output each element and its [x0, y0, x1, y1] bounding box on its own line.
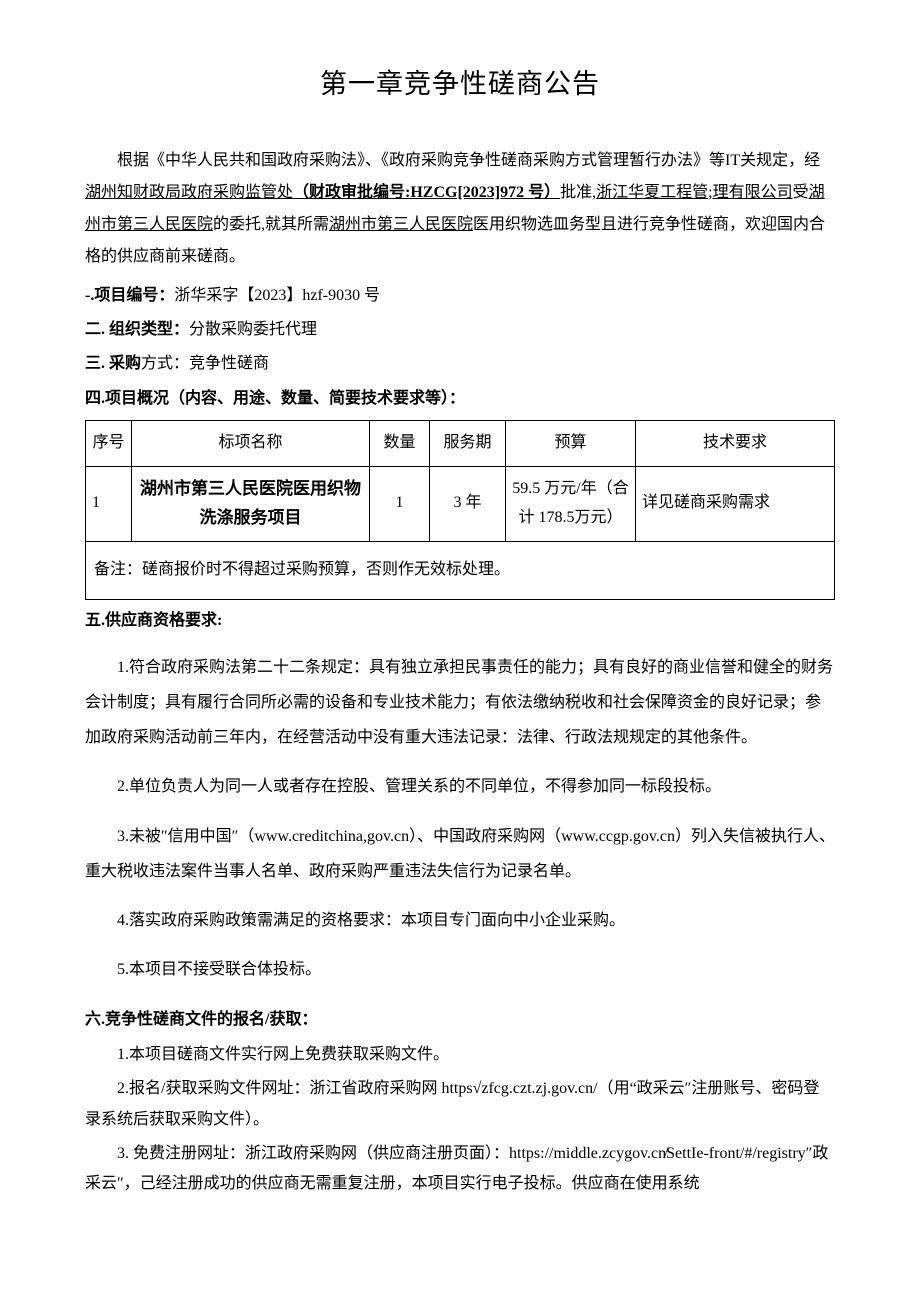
section-6-item-3: 3. 免费注册网址：浙江政府采购网（供应商注册页面）：https://middl… [85, 1139, 835, 1200]
chapter-title: 第一章竞争性磋商公告 [85, 60, 835, 109]
section-5-item-3: 3.未被″信用中国″（www.creditchina,gov.cn）、中国政府采… [85, 819, 835, 889]
intro-approval-number: （财政审批编号:HZCG[2023]972 号） [293, 184, 560, 201]
section-4-label: 四.项目概况（内容、用途、数量、简要技术要求等）： [85, 390, 465, 407]
intro-underline-1: 湖州知财政局政府采购监管处 [85, 184, 293, 201]
section-6-item-1: 1.本项目磋商文件实行网上免费获取采购文件。 [85, 1040, 835, 1070]
td-seq: 1 [86, 466, 132, 541]
td-period: 3 年 [430, 466, 506, 541]
section-2: 二. 组织类型：分散采购委托代理 [85, 315, 835, 345]
section-3-label: 三. 采购 [85, 355, 141, 372]
td-name: 湖州市第三人民医院医用织物洗涤服务项目 [132, 466, 370, 541]
section-2-label: 二. 组织类型： [85, 321, 189, 338]
intro-text-3: 受 [793, 184, 809, 201]
section-1-value: 浙华采字【2023】hzf-9030 号 [174, 287, 380, 304]
th-budget: 预算 [506, 421, 636, 467]
intro-text-2: 批准, [560, 184, 596, 201]
th-tech: 技术要求 [636, 421, 835, 467]
td-note: 备注：磋商报价时不得超过采购预算，否则作无效标处理。 [86, 541, 835, 599]
th-period: 服务期 [430, 421, 506, 467]
section-5-item-1: 1.符合政府采购法第二十二条规定：具有独立承担民事责任的能力；具有良好的商业信誉… [85, 650, 835, 756]
intro-paragraph: 根据《中华人民共和国政府采购法》、《政府采购竞争性磋商采购方式管理暂行办法》等I… [85, 145, 835, 273]
th-name: 标项名称 [132, 421, 370, 467]
section-2-value: 分散采购委托代理 [189, 321, 317, 338]
table-row: 1 湖州市第三人民医院医用织物洗涤服务项目 1 3 年 59.5 万元/年（合计… [86, 466, 835, 541]
intro-underline-4: 湖州市第三人民医院 [329, 216, 473, 233]
section-6-label: 六.竞争性磋商文件的报名/获取： [85, 1011, 317, 1028]
td-qty: 1 [370, 466, 430, 541]
section-5: 五.供应商资格要求: [85, 606, 835, 636]
td-tech: 详见磋商采购需求 [636, 466, 835, 541]
section-5-item-2: 2.单位负责人为同一人或者存在控股、管理关系的不同单位，不得参加同一标段投标。 [85, 769, 835, 804]
th-seq: 序号 [86, 421, 132, 467]
section-3: 三. 采购方式：竞争性磋商 [85, 349, 835, 379]
section-1: -.项目编号：浙华采字【2023】hzf-9030 号 [85, 281, 835, 311]
intro-underline-2: 浙江华夏工程管;理有限公司 [596, 184, 792, 201]
section-5-item-4: 4.落实政府采购政策需满足的资格要求：本项目专门面向中小企业采购。 [85, 903, 835, 938]
intro-text-1: 根据《中华人民共和国政府采购法》、《政府采购竞争性磋商采购方式管理暂行办法》等I… [117, 152, 820, 169]
section-1-label: -.项目编号： [85, 287, 174, 304]
section-6: 六.竞争性磋商文件的报名/获取： [85, 1005, 835, 1035]
project-overview-table: 序号 标项名称 数量 服务期 预算 技术要求 1 湖州市第三人民医院医用织物洗涤… [85, 420, 835, 599]
section-6-item-2: 2.报名/获取采购文件网址：浙江省政府采购网 https√zfcg.czt.zj… [85, 1074, 835, 1135]
td-budget: 59.5 万元/年（合计 178.5万元） [506, 466, 636, 541]
section-4: 四.项目概况（内容、用途、数量、简要技术要求等）： [85, 384, 835, 414]
table-note-row: 备注：磋商报价时不得超过采购预算，否则作无效标处理。 [86, 541, 835, 599]
section-5-item-5: 5.本项目不接受联合体投标。 [85, 952, 835, 987]
section-5-label: 五.供应商资格要求: [85, 612, 222, 629]
table-header-row: 序号 标项名称 数量 服务期 预算 技术要求 [86, 421, 835, 467]
intro-text-4: 的委托,就其所需 [213, 216, 329, 233]
th-qty: 数量 [370, 421, 430, 467]
section-3-value: 方式：竞争性磋商 [141, 355, 269, 372]
